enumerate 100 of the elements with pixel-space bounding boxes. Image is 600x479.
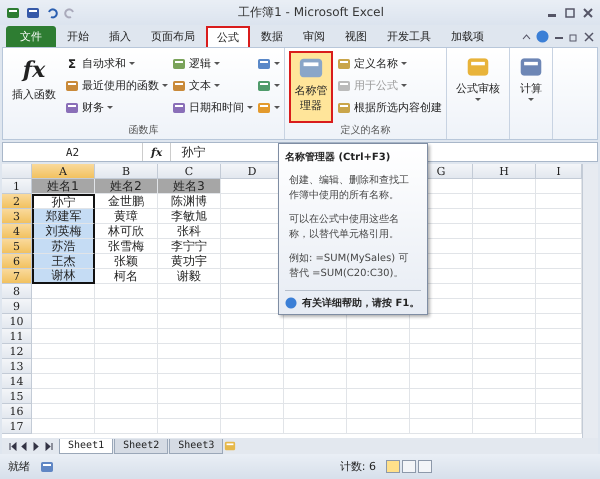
table-cell[interactable] bbox=[32, 359, 95, 374]
table-cell[interactable] bbox=[347, 404, 410, 419]
table-cell[interactable] bbox=[347, 359, 410, 374]
restore-icon[interactable] bbox=[569, 32, 579, 42]
table-cell[interactable] bbox=[158, 404, 221, 419]
table-cell[interactable] bbox=[284, 374, 347, 389]
table-cell[interactable] bbox=[158, 374, 221, 389]
file-tab[interactable]: 文件 bbox=[6, 26, 56, 47]
name-box[interactable]: A2 bbox=[3, 143, 143, 161]
table-cell[interactable] bbox=[221, 344, 284, 359]
table-cell[interactable] bbox=[32, 404, 95, 419]
table-cell[interactable] bbox=[158, 314, 221, 329]
ribbon-tab[interactable]: 公式 bbox=[206, 26, 250, 47]
table-cell[interactable] bbox=[536, 314, 582, 329]
sheet-tab[interactable]: Sheet1 bbox=[59, 438, 114, 454]
row-header[interactable]: 13 bbox=[2, 359, 32, 374]
table-cell[interactable] bbox=[473, 194, 536, 209]
row-header[interactable]: 17 bbox=[2, 419, 32, 434]
table-cell[interactable] bbox=[536, 359, 582, 374]
table-cell[interactable] bbox=[536, 179, 582, 194]
function-menu-button[interactable]: 逻辑 bbox=[172, 54, 253, 73]
table-cell[interactable] bbox=[473, 374, 536, 389]
table-cell[interactable] bbox=[221, 314, 284, 329]
table-cell[interactable]: 张科 bbox=[158, 224, 221, 239]
view-button[interactable] bbox=[418, 460, 432, 473]
table-cell[interactable] bbox=[32, 284, 95, 299]
table-cell[interactable] bbox=[473, 269, 536, 284]
table-cell[interactable] bbox=[347, 419, 410, 434]
table-cell[interactable] bbox=[32, 329, 95, 344]
table-cell[interactable] bbox=[95, 419, 158, 434]
table-cell[interactable]: 陈渊博 bbox=[158, 194, 221, 209]
row-header[interactable]: 3 bbox=[2, 209, 32, 224]
table-cell[interactable] bbox=[536, 329, 582, 344]
table-cell[interactable] bbox=[158, 329, 221, 344]
table-cell[interactable]: 柯名 bbox=[95, 269, 158, 284]
table-cell[interactable]: 刘英梅 bbox=[32, 224, 95, 239]
table-cell[interactable]: 张雪梅 bbox=[95, 239, 158, 254]
table-cell[interactable] bbox=[473, 239, 536, 254]
table-cell[interactable] bbox=[410, 374, 473, 389]
table-cell[interactable] bbox=[347, 314, 410, 329]
table-cell[interactable] bbox=[536, 299, 582, 314]
table-cell[interactable] bbox=[158, 389, 221, 404]
table-cell[interactable] bbox=[473, 179, 536, 194]
vertical-scrollbar[interactable] bbox=[582, 164, 598, 438]
table-cell[interactable] bbox=[284, 359, 347, 374]
table-cell[interactable] bbox=[536, 374, 582, 389]
table-cell[interactable]: 林可欣 bbox=[95, 224, 158, 239]
view-button[interactable] bbox=[386, 460, 400, 473]
insert-function-label[interactable]: fx bbox=[143, 146, 170, 158]
table-cell[interactable] bbox=[284, 419, 347, 434]
table-cell[interactable] bbox=[536, 224, 582, 239]
table-cell[interactable]: 王杰 bbox=[32, 254, 95, 269]
table-cell[interactable] bbox=[536, 389, 582, 404]
table-cell[interactable] bbox=[32, 299, 95, 314]
table-cell[interactable] bbox=[284, 314, 347, 329]
table-cell[interactable]: 黄功宇 bbox=[158, 254, 221, 269]
function-menu-button[interactable]: 财务 bbox=[65, 98, 168, 117]
table-cell[interactable] bbox=[410, 404, 473, 419]
table-cell[interactable] bbox=[410, 344, 473, 359]
table-cell[interactable]: 谢林 bbox=[32, 269, 95, 284]
table-cell[interactable] bbox=[473, 329, 536, 344]
table-cell[interactable] bbox=[410, 314, 473, 329]
ribbon-tab[interactable]: 开始 bbox=[58, 26, 98, 47]
name-manager-button[interactable]: 名称管理器 bbox=[289, 51, 333, 123]
table-cell[interactable] bbox=[536, 239, 582, 254]
table-cell[interactable] bbox=[95, 344, 158, 359]
table-cell[interactable] bbox=[410, 389, 473, 404]
table-cell[interactable] bbox=[536, 194, 582, 209]
table-cell[interactable] bbox=[158, 419, 221, 434]
table-cell[interactable] bbox=[536, 269, 582, 284]
table-cell[interactable] bbox=[95, 374, 158, 389]
table-cell[interactable] bbox=[347, 374, 410, 389]
row-header[interactable]: 9 bbox=[2, 299, 32, 314]
row-header[interactable]: 12 bbox=[2, 344, 32, 359]
ribbon-tab[interactable]: 开发工具 bbox=[378, 26, 440, 47]
table-cell[interactable] bbox=[221, 329, 284, 344]
column-header[interactable]: H bbox=[473, 164, 536, 179]
close-icon[interactable] bbox=[584, 32, 594, 42]
table-cell[interactable] bbox=[284, 404, 347, 419]
table-cell[interactable]: 金世鹏 bbox=[95, 194, 158, 209]
name-menu-button[interactable]: 根据所选内容创建 bbox=[337, 98, 442, 117]
table-cell[interactable] bbox=[32, 314, 95, 329]
function-menu-button[interactable]: Σ 自动求和 bbox=[65, 54, 168, 73]
name-menu-button[interactable]: 定义名称 bbox=[337, 54, 442, 73]
table-cell[interactable] bbox=[473, 299, 536, 314]
column-header[interactable]: A bbox=[32, 164, 95, 179]
table-cell[interactable] bbox=[473, 224, 536, 239]
table-cell[interactable] bbox=[347, 329, 410, 344]
table-cell[interactable] bbox=[284, 329, 347, 344]
function-menu-button[interactable]: 最近使用的函数 bbox=[65, 76, 168, 95]
table-cell[interactable] bbox=[410, 359, 473, 374]
table-cell[interactable] bbox=[95, 359, 158, 374]
table-cell[interactable]: 谢毅 bbox=[158, 269, 221, 284]
table-cell[interactable] bbox=[95, 329, 158, 344]
ribbon-tab[interactable]: 加载项 bbox=[442, 26, 493, 47]
collapse-ribbon-icon[interactable] bbox=[522, 33, 531, 40]
table-cell[interactable] bbox=[536, 419, 582, 434]
help-icon[interactable] bbox=[536, 30, 549, 43]
sheet-tab[interactable]: Sheet2 bbox=[114, 438, 168, 454]
row-header[interactable]: 16 bbox=[2, 404, 32, 419]
